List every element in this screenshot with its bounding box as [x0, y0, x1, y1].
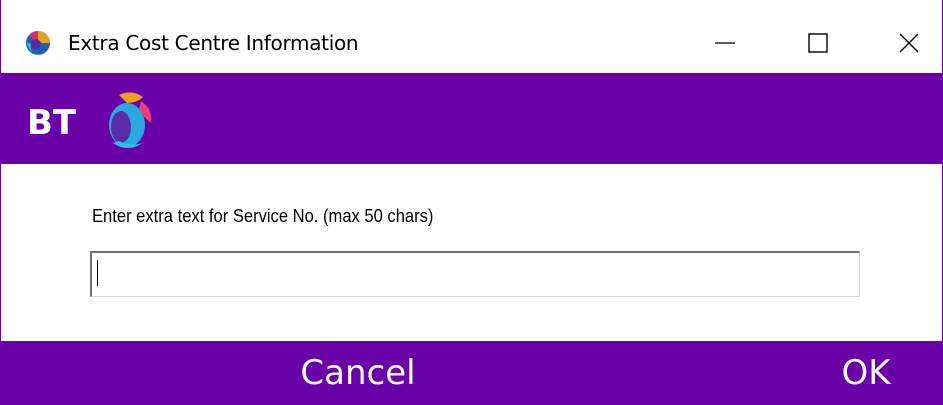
maximize-button[interactable] [788, 14, 848, 72]
text-caret [97, 260, 98, 286]
ok-button[interactable]: OK [821, 341, 911, 405]
close-button[interactable] [879, 14, 939, 72]
bt-globe-mark [109, 92, 152, 148]
dialog-window: Extra Cost Centre Information BT Enter e… [0, 0, 943, 405]
service-extra-text-input[interactable] [90, 251, 860, 297]
service-text-prompt: Enter extra text for Service No. (max 50… [92, 206, 434, 226]
brand-banner: BT [1, 73, 942, 164]
close-icon [899, 33, 919, 53]
bt-logo: BT [27, 92, 152, 148]
dialog-footer: Cancel OK [1, 341, 942, 405]
bt-logo-text: BT [27, 103, 77, 143]
title-bar: Extra Cost Centre Information [1, 0, 942, 73]
bt-globe-icon [26, 31, 50, 55]
window-title: Extra Cost Centre Information [68, 31, 359, 55]
cancel-button[interactable]: Cancel [283, 341, 433, 405]
dialog-content: Enter extra text for Service No. (max 50… [1, 164, 942, 341]
minimize-button[interactable] [695, 14, 755, 72]
maximize-icon [808, 33, 828, 53]
minimize-icon [715, 42, 735, 44]
